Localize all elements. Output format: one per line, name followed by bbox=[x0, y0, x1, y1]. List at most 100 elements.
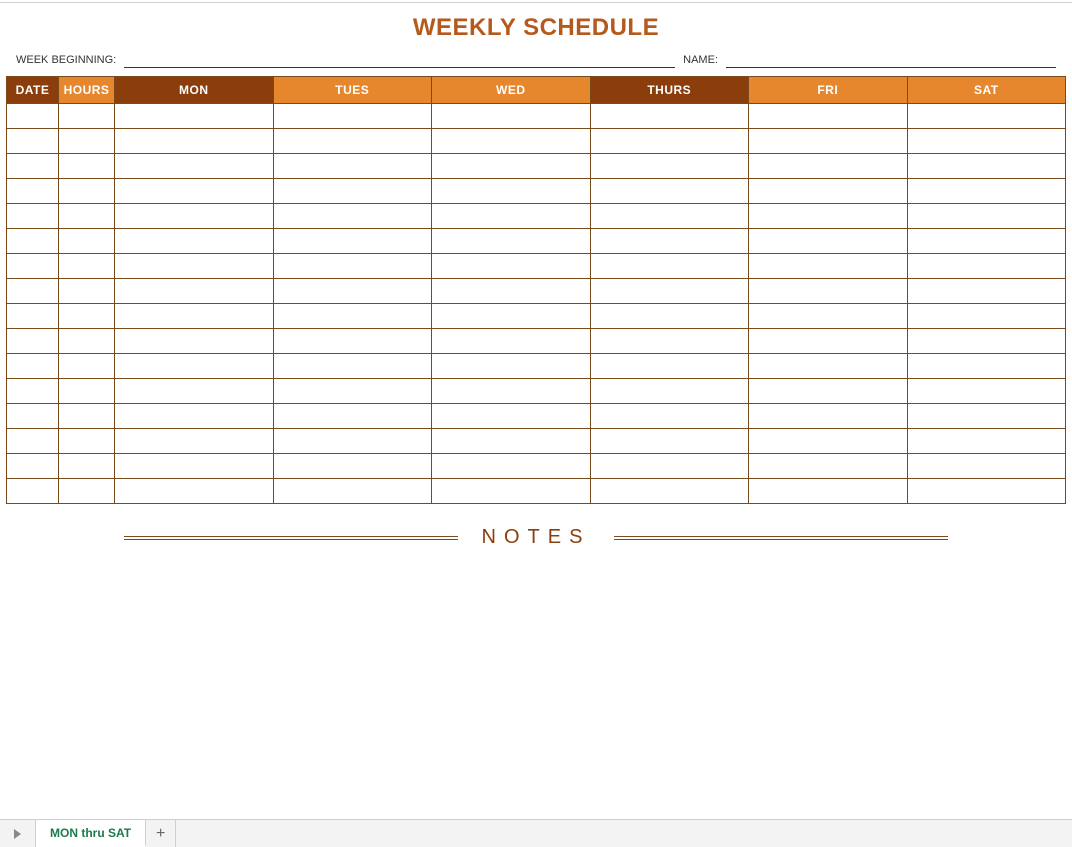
cell-wed[interactable] bbox=[432, 204, 591, 229]
cell-sat[interactable] bbox=[907, 229, 1066, 254]
cell-mon[interactable] bbox=[115, 329, 274, 354]
cell-tues[interactable] bbox=[273, 229, 432, 254]
cell-sat[interactable] bbox=[907, 404, 1066, 429]
cell-wed[interactable] bbox=[432, 304, 591, 329]
cell-sat[interactable] bbox=[907, 129, 1066, 154]
cell-date[interactable] bbox=[7, 304, 59, 329]
cell-date[interactable] bbox=[7, 179, 59, 204]
cell-mon[interactable] bbox=[115, 479, 274, 504]
cell-sat[interactable] bbox=[907, 379, 1066, 404]
cell-wed[interactable] bbox=[432, 179, 591, 204]
cell-fri[interactable] bbox=[749, 304, 908, 329]
week-beginning-field[interactable] bbox=[124, 54, 675, 68]
cell-wed[interactable] bbox=[432, 354, 591, 379]
cell-mon[interactable] bbox=[115, 179, 274, 204]
cell-fri[interactable] bbox=[749, 204, 908, 229]
cell-mon[interactable] bbox=[115, 404, 274, 429]
cell-thurs[interactable] bbox=[590, 304, 749, 329]
cell-hours[interactable] bbox=[59, 104, 115, 129]
cell-mon[interactable] bbox=[115, 454, 274, 479]
cell-sat[interactable] bbox=[907, 279, 1066, 304]
cell-hours[interactable] bbox=[59, 179, 115, 204]
cell-hours[interactable] bbox=[59, 254, 115, 279]
cell-sat[interactable] bbox=[907, 479, 1066, 504]
cell-hours[interactable] bbox=[59, 404, 115, 429]
cell-mon[interactable] bbox=[115, 154, 274, 179]
cell-mon[interactable] bbox=[115, 104, 274, 129]
cell-mon[interactable] bbox=[115, 279, 274, 304]
cell-thurs[interactable] bbox=[590, 204, 749, 229]
cell-sat[interactable] bbox=[907, 179, 1066, 204]
cell-wed[interactable] bbox=[432, 154, 591, 179]
cell-date[interactable] bbox=[7, 279, 59, 304]
cell-sat[interactable] bbox=[907, 454, 1066, 479]
cell-thurs[interactable] bbox=[590, 479, 749, 504]
cell-thurs[interactable] bbox=[590, 279, 749, 304]
cell-thurs[interactable] bbox=[590, 329, 749, 354]
cell-tues[interactable] bbox=[273, 104, 432, 129]
cell-hours[interactable] bbox=[59, 204, 115, 229]
cell-hours[interactable] bbox=[59, 454, 115, 479]
cell-thurs[interactable] bbox=[590, 379, 749, 404]
cell-hours[interactable] bbox=[59, 329, 115, 354]
cell-fri[interactable] bbox=[749, 379, 908, 404]
cell-wed[interactable] bbox=[432, 104, 591, 129]
cell-date[interactable] bbox=[7, 354, 59, 379]
cell-thurs[interactable] bbox=[590, 454, 749, 479]
cell-fri[interactable] bbox=[749, 254, 908, 279]
cell-tues[interactable] bbox=[273, 379, 432, 404]
cell-tues[interactable] bbox=[273, 454, 432, 479]
cell-mon[interactable] bbox=[115, 129, 274, 154]
cell-hours[interactable] bbox=[59, 229, 115, 254]
cell-fri[interactable] bbox=[749, 279, 908, 304]
cell-date[interactable] bbox=[7, 254, 59, 279]
cell-tues[interactable] bbox=[273, 404, 432, 429]
cell-thurs[interactable] bbox=[590, 154, 749, 179]
cell-wed[interactable] bbox=[432, 404, 591, 429]
cell-date[interactable] bbox=[7, 129, 59, 154]
cell-tues[interactable] bbox=[273, 129, 432, 154]
cell-date[interactable] bbox=[7, 454, 59, 479]
cell-mon[interactable] bbox=[115, 204, 274, 229]
cell-tues[interactable] bbox=[273, 304, 432, 329]
cell-thurs[interactable] bbox=[590, 404, 749, 429]
cell-thurs[interactable] bbox=[590, 129, 749, 154]
cell-wed[interactable] bbox=[432, 129, 591, 154]
cell-date[interactable] bbox=[7, 229, 59, 254]
cell-fri[interactable] bbox=[749, 154, 908, 179]
cell-thurs[interactable] bbox=[590, 104, 749, 129]
cell-mon[interactable] bbox=[115, 254, 274, 279]
cell-fri[interactable] bbox=[749, 179, 908, 204]
cell-sat[interactable] bbox=[907, 329, 1066, 354]
cell-sat[interactable] bbox=[907, 429, 1066, 454]
cell-fri[interactable] bbox=[749, 429, 908, 454]
cell-thurs[interactable] bbox=[590, 179, 749, 204]
cell-wed[interactable] bbox=[432, 479, 591, 504]
cell-wed[interactable] bbox=[432, 229, 591, 254]
sheet-tab-active[interactable]: MON thru SAT bbox=[36, 820, 146, 847]
cell-mon[interactable] bbox=[115, 429, 274, 454]
cell-date[interactable] bbox=[7, 329, 59, 354]
cell-sat[interactable] bbox=[907, 254, 1066, 279]
cell-tues[interactable] bbox=[273, 429, 432, 454]
cell-tues[interactable] bbox=[273, 254, 432, 279]
cell-date[interactable] bbox=[7, 154, 59, 179]
cell-tues[interactable] bbox=[273, 354, 432, 379]
cell-hours[interactable] bbox=[59, 429, 115, 454]
cell-date[interactable] bbox=[7, 404, 59, 429]
cell-thurs[interactable] bbox=[590, 429, 749, 454]
cell-fri[interactable] bbox=[749, 329, 908, 354]
add-sheet-button[interactable]: + bbox=[146, 820, 176, 847]
cell-fri[interactable] bbox=[749, 479, 908, 504]
cell-date[interactable] bbox=[7, 104, 59, 129]
cell-hours[interactable] bbox=[59, 304, 115, 329]
cell-sat[interactable] bbox=[907, 354, 1066, 379]
cell-wed[interactable] bbox=[432, 429, 591, 454]
cell-wed[interactable] bbox=[432, 379, 591, 404]
cell-fri[interactable] bbox=[749, 454, 908, 479]
cell-date[interactable] bbox=[7, 429, 59, 454]
cell-wed[interactable] bbox=[432, 454, 591, 479]
cell-wed[interactable] bbox=[432, 329, 591, 354]
cell-hours[interactable] bbox=[59, 279, 115, 304]
cell-mon[interactable] bbox=[115, 379, 274, 404]
